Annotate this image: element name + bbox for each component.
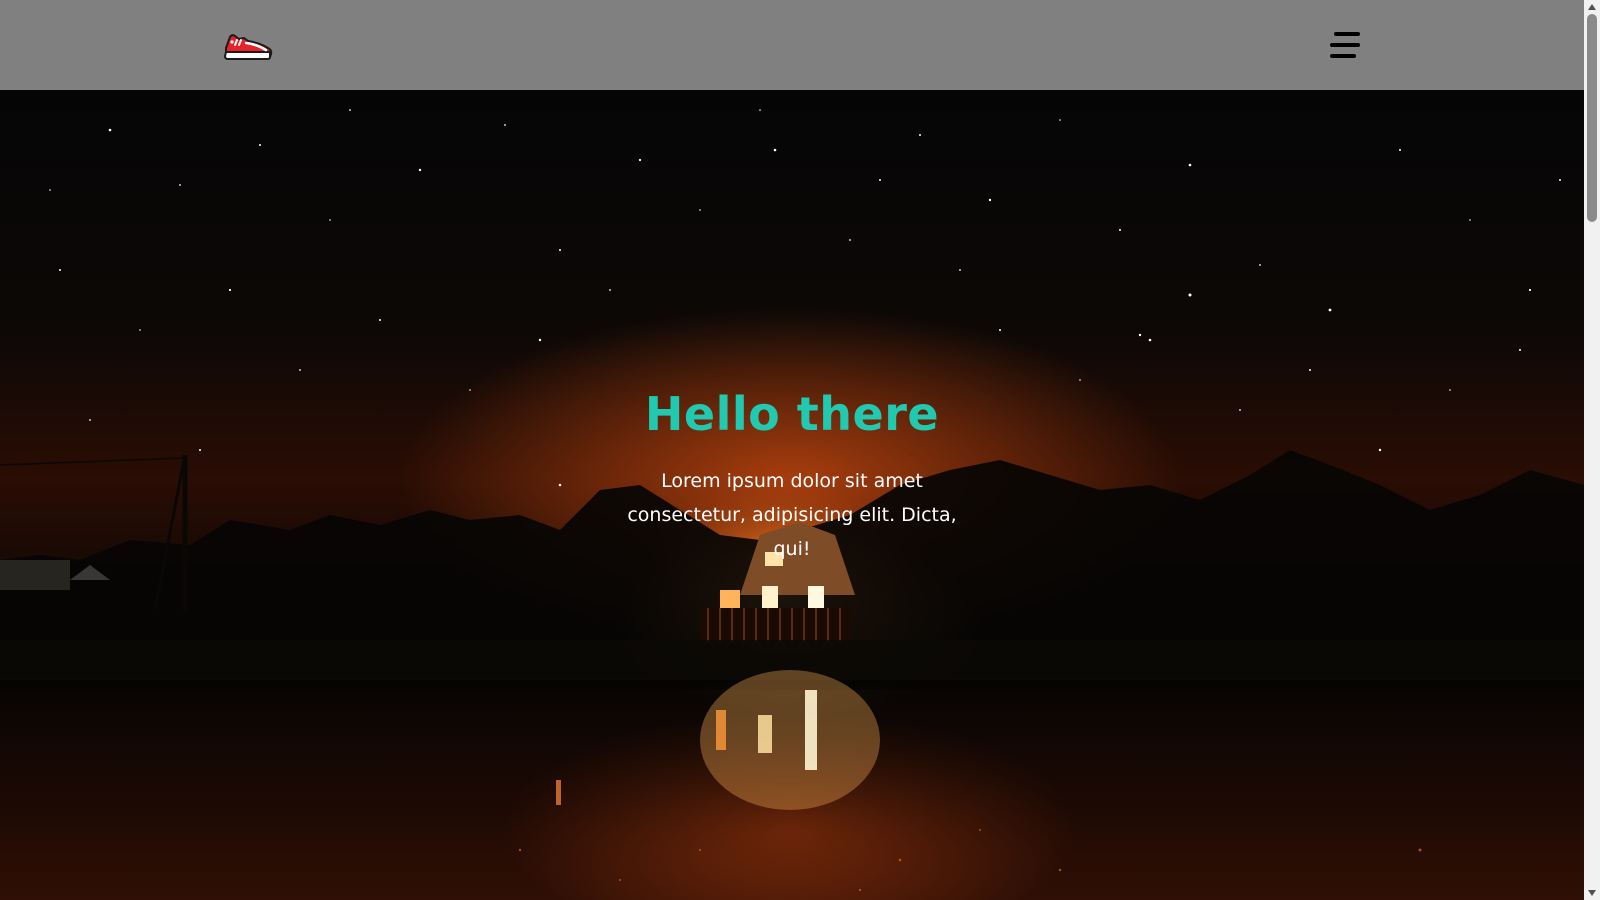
- hero-content: Hello there Lorem ipsum dolor sit amet c…: [592, 386, 992, 566]
- navbar: [0, 0, 1584, 90]
- scrollbar[interactable]: [1584, 0, 1600, 900]
- hero-title: Hello there: [644, 387, 940, 441]
- menu-bar: [1334, 32, 1360, 36]
- sneaker-icon[interactable]: [222, 28, 274, 62]
- page: Hello there Lorem ipsum dolor sit amet c…: [0, 0, 1600, 900]
- hero-description: Lorem ipsum dolor sit amet consectetur, …: [627, 470, 957, 560]
- hamburger-menu-icon[interactable]: [1328, 28, 1364, 62]
- scroll-up-arrow-icon[interactable]: [1588, 4, 1596, 10]
- menu-bar: [1330, 43, 1360, 47]
- hero-section: Hello there Lorem ipsum dolor sit amet c…: [0, 90, 1584, 900]
- menu-bar: [1330, 54, 1356, 58]
- scrollbar-thumb[interactable]: [1587, 14, 1597, 222]
- scroll-down-arrow-icon[interactable]: [1588, 890, 1596, 896]
